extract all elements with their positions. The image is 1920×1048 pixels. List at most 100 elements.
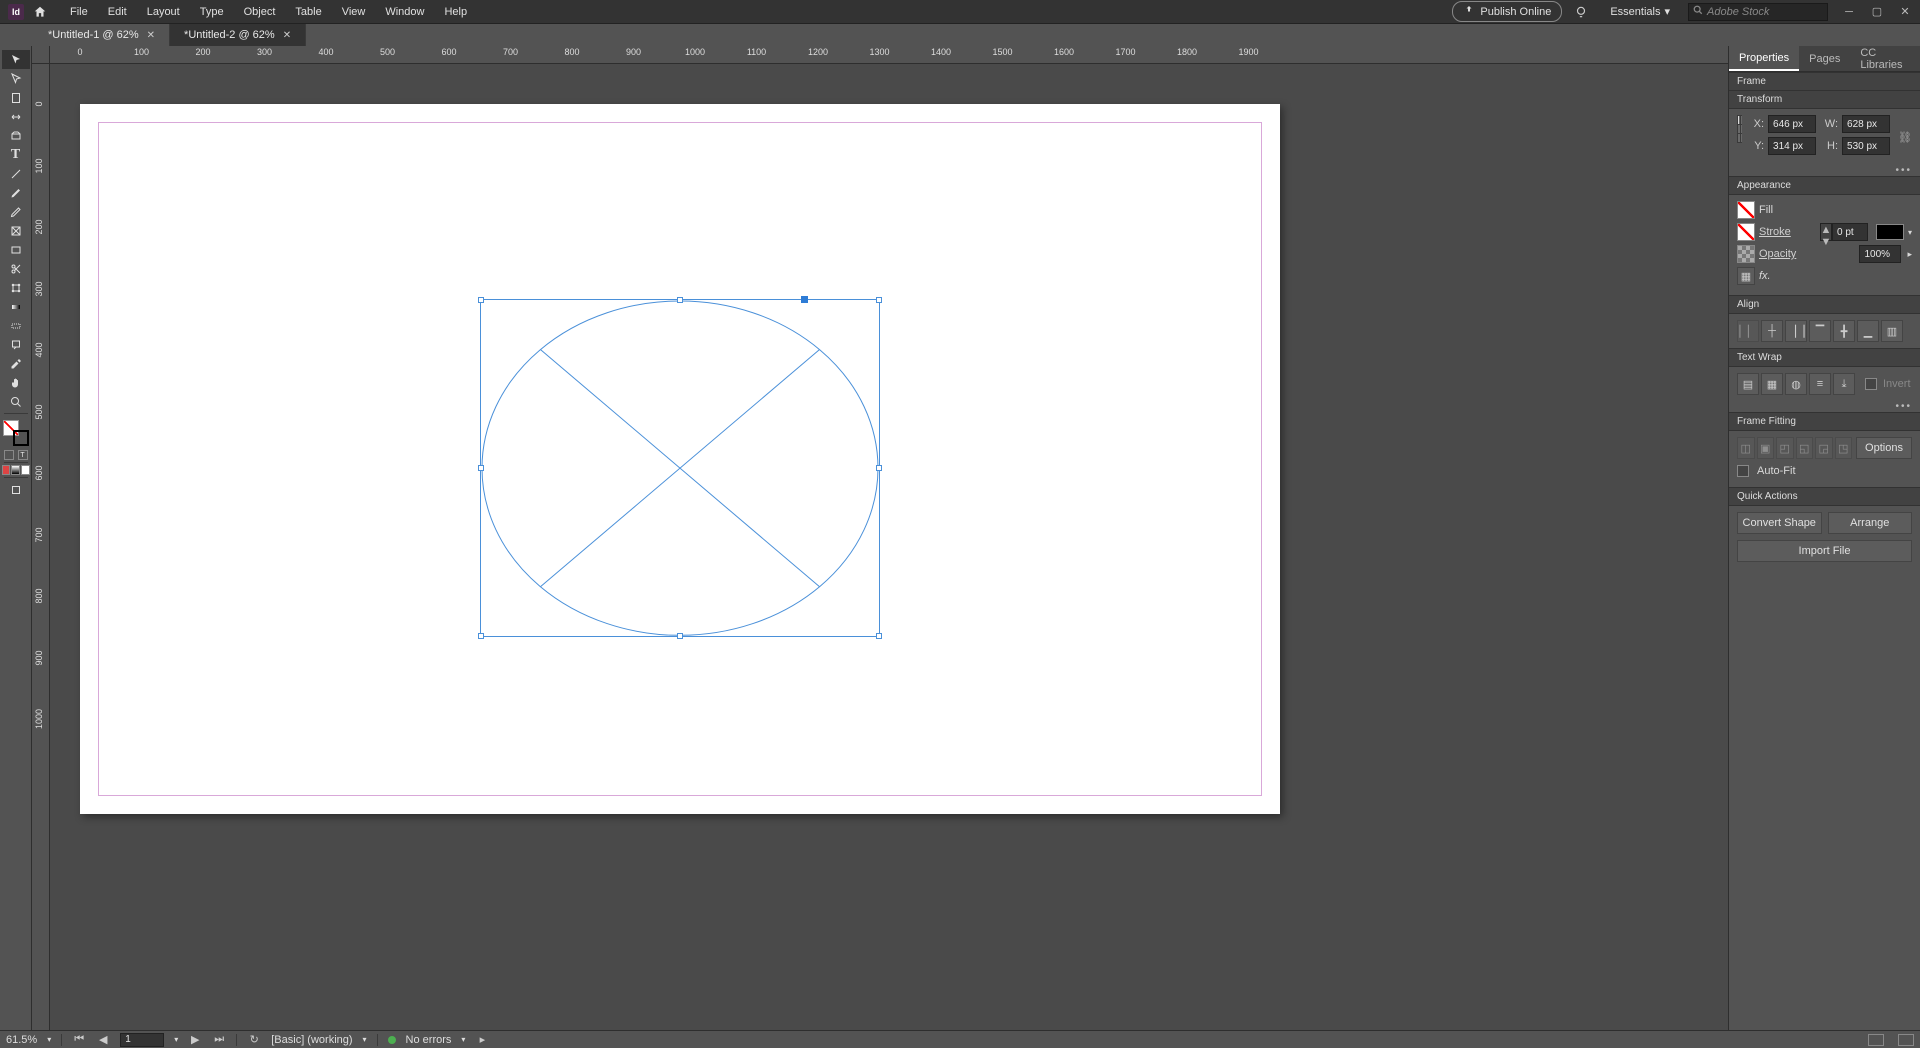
chevron-down-icon[interactable]: ▾ [174,1035,178,1044]
view-mode-toggle[interactable] [2,480,30,499]
close-tab-icon[interactable]: ✕ [283,30,291,41]
autofit-checkbox[interactable] [1737,465,1749,477]
screen-mode-icon[interactable] [1868,1034,1884,1046]
fill-stroke-proxy[interactable] [3,420,29,446]
content-grabber-indicator[interactable] [801,296,808,303]
minimize-button[interactable]: ─ [1842,5,1856,19]
gradient-swatch-tool[interactable] [2,297,30,316]
stroke-weight-input[interactable] [1832,223,1868,241]
stroke-label[interactable]: Stroke [1759,226,1791,238]
rectangle-frame-tool[interactable] [2,221,30,240]
convert-shape-button[interactable]: Convert Shape [1737,512,1822,534]
open-nav-button[interactable]: ↻ [247,1033,261,1047]
gap-tool[interactable] [2,107,30,126]
preflight-label[interactable]: No errors [406,1034,452,1046]
wrap-jump-button[interactable]: ≡ [1809,373,1831,395]
frame-fit-options-button[interactable]: Options [1856,437,1912,459]
import-file-button[interactable]: Import File [1737,540,1912,562]
resize-handle-bm[interactable] [677,633,683,639]
hand-tool[interactable] [2,373,30,392]
maximize-button[interactable]: ▢ [1870,5,1884,19]
align-vcenter-button[interactable]: ╋ [1833,320,1855,342]
y-input[interactable] [1768,137,1816,155]
chevron-down-icon[interactable]: ▾ [461,1035,465,1044]
opacity-flyout-icon[interactable]: ▸ [1907,249,1912,260]
fill-frame-button[interactable]: ◱ [1796,437,1814,459]
paragraph-style-label[interactable]: [Basic] (working) [271,1034,352,1046]
publish-online-button[interactable]: Publish Online [1452,1,1562,22]
menu-view[interactable]: View [332,6,376,18]
opacity-input[interactable] [1859,245,1901,263]
chevron-down-icon[interactable]: ▾ [1908,228,1912,237]
align-bottom-button[interactable]: ▁ [1857,320,1879,342]
document-tab[interactable]: *Untitled-2 @ 62%✕ [170,24,306,46]
chevron-down-icon[interactable]: ▾ [47,1035,51,1044]
home-icon[interactable] [32,4,48,20]
transform-more-options[interactable]: ••• [1729,165,1920,176]
workspace-switcher[interactable]: Essentials ▾ [1604,5,1676,18]
canvas[interactable] [50,64,1728,1030]
pencil-tool[interactable] [2,202,30,221]
align-left-button[interactable]: ▏▏ [1737,320,1759,342]
wrap-shape-button[interactable]: ◍ [1785,373,1807,395]
wrap-none-button[interactable]: ▤ [1737,373,1759,395]
free-transform-tool[interactable] [2,278,30,297]
rectangle-tool[interactable] [2,240,30,259]
panel-tab-pages[interactable]: Pages [1799,46,1850,71]
stroke-swatch[interactable] [1737,223,1755,241]
constrain-proportions-icon[interactable]: ⛓ [1898,131,1912,144]
formatting-text-icon[interactable]: T [18,450,28,460]
resize-handle-tl[interactable] [478,297,484,303]
align-top-button[interactable]: ▔ [1809,320,1831,342]
stroke-weight-stepper[interactable]: ▲▼ [1820,223,1868,241]
apply-color-icon[interactable] [2,465,11,475]
panel-tab-cc-libraries[interactable]: CC Libraries [1850,46,1920,71]
selection-tool[interactable] [2,50,30,69]
next-page-button[interactable]: ▶ [188,1033,202,1047]
w-input[interactable] [1842,115,1890,133]
wrap-jumpnext-button[interactable]: ⤓ [1833,373,1855,395]
resize-handle-tr[interactable] [876,297,882,303]
stock-search-input[interactable]: Adobe Stock [1688,3,1828,21]
fit-content-button[interactable]: ▣ [1757,437,1775,459]
screen-mode-icon-2[interactable] [1898,1034,1914,1046]
stroke-style-dropdown[interactable] [1876,224,1904,240]
selected-ellipse-frame[interactable] [480,299,880,637]
menu-edit[interactable]: Edit [98,6,137,18]
zoom-level[interactable]: 61.5% [6,1034,37,1046]
menu-file[interactable]: File [60,6,98,18]
direct-selection-tool[interactable] [2,69,30,88]
first-page-button[interactable]: ⏮ [72,1033,86,1047]
line-tool[interactable] [2,164,30,183]
align-to-button[interactable]: ▥ [1881,320,1903,342]
wrap-bbox-button[interactable]: ▦ [1761,373,1783,395]
note-tool[interactable] [2,335,30,354]
menu-object[interactable]: Object [234,6,286,18]
resize-handle-br[interactable] [876,633,882,639]
fit-frame-button[interactable]: ◰ [1776,437,1794,459]
chevron-down-icon[interactable]: ▾ [363,1035,367,1044]
resize-handle-ml[interactable] [478,465,484,471]
reference-point-grid[interactable] [1737,115,1742,143]
scissors-tool[interactable] [2,259,30,278]
panel-tab-properties[interactable]: Properties [1729,46,1799,71]
menu-type[interactable]: Type [190,6,234,18]
page-tool[interactable] [2,88,30,107]
invert-checkbox[interactable] [1865,378,1877,390]
fx-label[interactable]: fx. [1759,270,1771,282]
textwrap-more-options[interactable]: ••• [1729,401,1920,412]
menu-help[interactable]: Help [434,6,477,18]
menu-layout[interactable]: Layout [137,6,190,18]
opacity-label[interactable]: Opacity [1759,248,1796,260]
zoom-tool[interactable] [2,392,30,411]
page-number-input[interactable] [120,1033,164,1047]
ruler-origin[interactable] [32,46,50,64]
resize-handle-mr[interactable] [876,465,882,471]
menu-window[interactable]: Window [375,6,434,18]
x-input[interactable] [1768,115,1816,133]
last-page-button[interactable]: ⏭ [212,1033,226,1047]
effects-icon[interactable]: ▦ [1737,267,1755,285]
content-collector-tool[interactable] [2,126,30,145]
h-input[interactable] [1842,137,1890,155]
gradient-feather-tool[interactable] [2,316,30,335]
